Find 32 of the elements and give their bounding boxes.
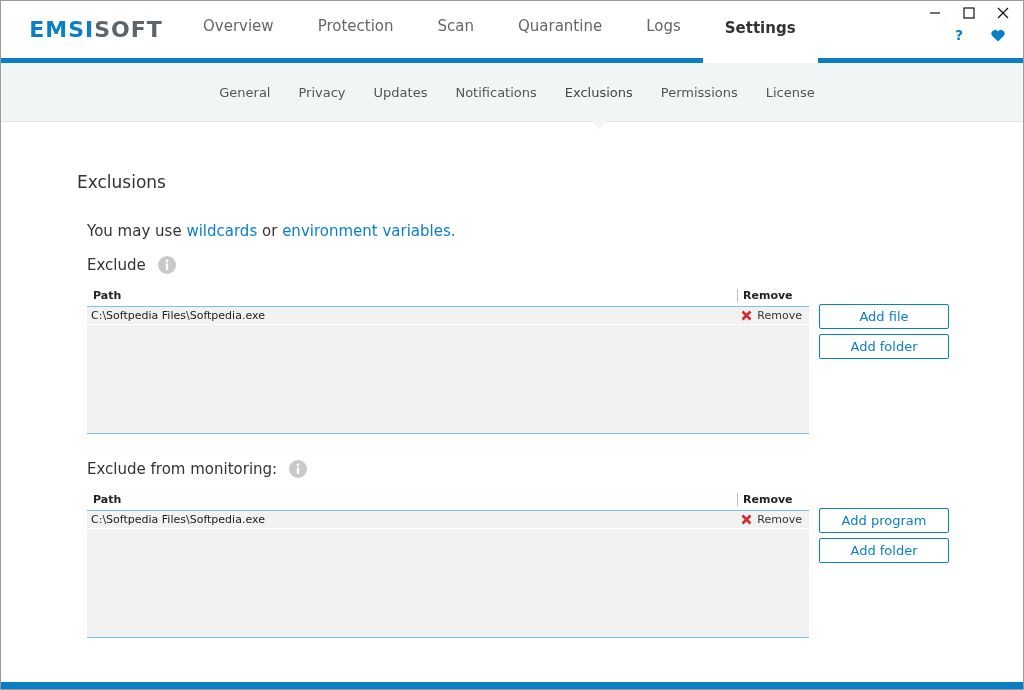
add-button[interactable]: Add file <box>819 304 949 329</box>
heart-icon[interactable] <box>991 28 1005 42</box>
add-button[interactable]: Add folder <box>819 334 949 359</box>
section-label: Exclude <box>87 256 146 274</box>
path-cell-text: C:\Softpedia Files\Softpedia.exe <box>90 513 266 526</box>
column-header: Path <box>92 288 123 302</box>
add-button[interactable]: Add program <box>819 508 949 533</box>
subnav-tab[interactable]: Permissions <box>646 63 752 121</box>
subnav-tab[interactable]: General <box>205 63 285 121</box>
add-button[interactable]: Add folder <box>819 538 949 563</box>
path-cell-text: C:\Softpedia Files\Softpedia.exe <box>90 309 266 322</box>
subnav-tab[interactable]: Notifications <box>441 63 551 121</box>
logo: EMSI SOFT <box>28 16 164 44</box>
cross-icon <box>741 310 753 321</box>
page-title: Exclusions <box>77 172 167 192</box>
close-icon[interactable] <box>997 7 1009 19</box>
remove-button[interactable]: Remove <box>741 513 809 526</box>
environment-variables-link[interactable]: environment variables. <box>282 222 456 240</box>
subnav-tab[interactable]: Exclusions <box>550 63 647 121</box>
subnav-tab[interactable]: License <box>751 63 829 121</box>
wildcards-link[interactable]: wildcards <box>186 222 258 240</box>
column-header: Path <box>92 492 123 506</box>
help-button[interactable]: ? <box>954 27 963 43</box>
remove-button[interactable]: Remove <box>741 309 809 322</box>
column-header: Remove <box>737 492 809 506</box>
maximize-icon[interactable] <box>963 7 975 19</box>
subnav-tab[interactable]: Updates <box>359 63 442 121</box>
hint-text: You may use wildcards or environment variables. <box>87 222 457 240</box>
cross-icon <box>741 514 753 525</box>
column-header: Remove <box>737 288 809 302</box>
section-label: Exclude from monitoring: <box>87 460 278 478</box>
subnav-tab[interactable]: Privacy <box>284 63 360 121</box>
